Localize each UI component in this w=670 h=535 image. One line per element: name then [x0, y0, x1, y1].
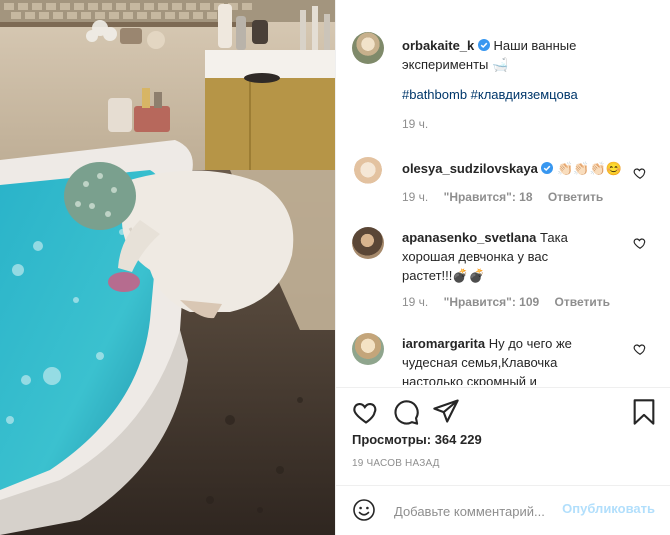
- comment-time[interactable]: 19 ч.: [402, 295, 428, 309]
- comment-icon[interactable]: [392, 398, 420, 426]
- comment-username[interactable]: olesya_sudzilovskaya: [402, 161, 538, 176]
- paper-plane-icon[interactable]: [432, 397, 460, 425]
- post-date[interactable]: 19 ЧАСОВ НАЗАД: [352, 458, 440, 469]
- comment-item: olesya_sudzilovskaya 👏🏻👏🏻👏🏻😊 19 ч. "Нрав…: [402, 159, 638, 204]
- comment-time[interactable]: 19 ч.: [402, 190, 428, 204]
- caption-time[interactable]: 19 ч.: [402, 117, 642, 131]
- comment-text-line-2: чудесная семья,Клавочка: [402, 355, 558, 370]
- comment-like-heart-icon[interactable]: [633, 236, 647, 250]
- video-frame-illustration: [0, 0, 335, 535]
- comment-item: apanasenko_svetlana Така хорошая девчонк…: [402, 228, 638, 309]
- comments-scroll-area[interactable]: orbakaite_k Наши ванные эксперименты 🛁 #…: [336, 0, 670, 385]
- verified-badge-icon: [541, 162, 554, 174]
- comment-likes[interactable]: "Нравится": 109: [444, 295, 540, 309]
- comment-text-line-1: Така: [540, 230, 568, 245]
- comment-reply-button[interactable]: Ответить: [555, 295, 610, 309]
- post-action-bar: [336, 387, 670, 433]
- comment-input[interactable]: [392, 499, 568, 523]
- author-avatar[interactable]: [352, 32, 384, 64]
- post-details-panel: orbakaite_k Наши ванные эксперименты 🛁 #…: [335, 0, 670, 535]
- heart-icon[interactable]: [352, 398, 380, 426]
- bookmark-icon[interactable]: [630, 398, 658, 426]
- comment-avatar[interactable]: [352, 227, 384, 259]
- comment-reply-button[interactable]: Ответить: [548, 190, 603, 204]
- comment-avatar[interactable]: [352, 333, 384, 365]
- comment-likes[interactable]: "Нравится": 18: [444, 190, 533, 204]
- add-comment-form: Опубликовать: [336, 485, 670, 535]
- publish-button[interactable]: Опубликовать: [562, 501, 655, 516]
- comment-avatar[interactable]: [352, 157, 384, 189]
- smiley-icon[interactable]: [352, 498, 376, 522]
- verified-badge-icon: [477, 39, 490, 51]
- comment-item: iaromargarita Ну до чего же чудесная сем…: [402, 334, 638, 385]
- comment-text-line-3: настолько скромный и: [402, 374, 537, 385]
- caption-hashtags[interactable]: #bathbomb #клавдияземцова: [402, 85, 642, 104]
- comment-username[interactable]: iaromargarita: [402, 336, 485, 351]
- comment-text-line-2: хорошая девчонка у вас: [402, 249, 549, 264]
- comment-username[interactable]: apanasenko_svetlana: [402, 230, 536, 245]
- post-video[interactable]: [0, 0, 335, 535]
- comment-text-line-3: растет!!!💣💣: [402, 268, 485, 283]
- comment-text-line-1: Ну до чего же: [488, 336, 572, 351]
- comment-like-heart-icon[interactable]: [633, 166, 647, 180]
- view-count[interactable]: Просмотры: 364 229: [352, 432, 482, 447]
- comment-text: 👏🏻👏🏻👏🏻😊: [557, 161, 622, 176]
- caption-block: orbakaite_k Наши ванные эксперименты 🛁 #…: [402, 36, 642, 131]
- comment-like-heart-icon[interactable]: [633, 342, 647, 356]
- author-username[interactable]: orbakaite_k: [402, 38, 474, 53]
